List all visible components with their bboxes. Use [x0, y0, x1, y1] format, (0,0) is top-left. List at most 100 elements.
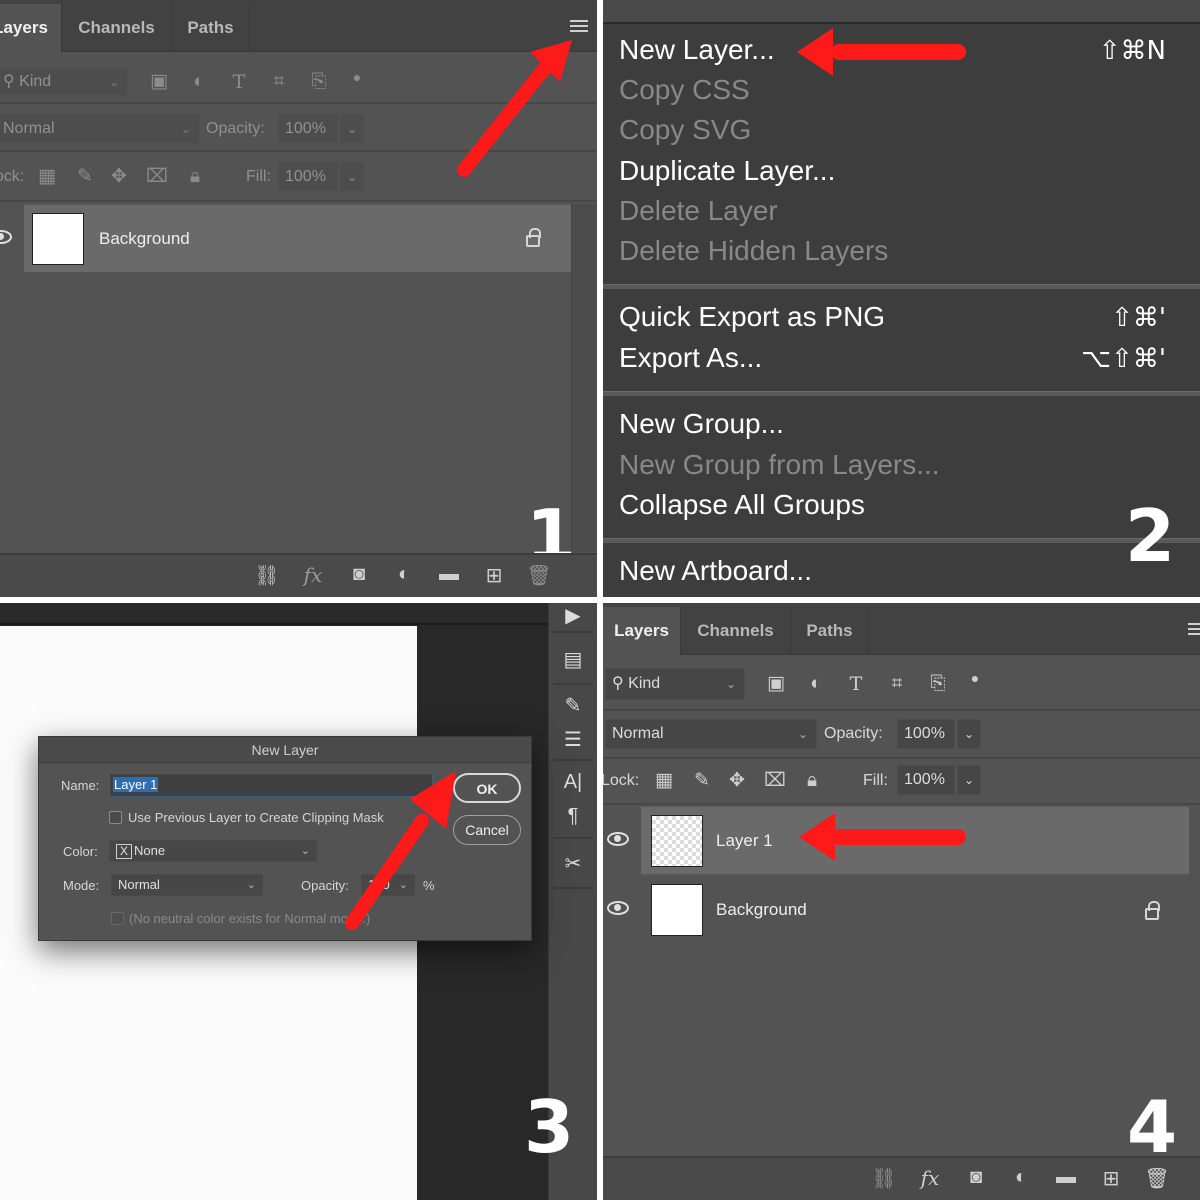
tab-layers[interactable]: Layers [603, 607, 681, 655]
tab-channels[interactable]: Channels [681, 607, 791, 655]
adjustments-icon[interactable]: ☰ [559, 727, 587, 752]
filter-toggle-icon[interactable]: ● [962, 665, 988, 691]
layer-name-input[interactable]: Layer 1 [109, 773, 433, 797]
adjustment-filter-icon[interactable]: ◐ [186, 69, 212, 95]
menu-item-copy-svg[interactable]: Copy SVG [619, 114, 751, 146]
fx-icon[interactable]: fx [917, 1166, 943, 1190]
tab-channels[interactable]: Channels [62, 4, 172, 52]
filter-kind-select[interactable]: ⚲ Kind ⌄ [0, 68, 128, 96]
fill-input[interactable]: 100% [897, 765, 955, 795]
menu-item-new-group-from-layers[interactable]: New Group from Layers... [619, 449, 940, 481]
adjustment-layer-icon[interactable]: ◐ [1008, 1166, 1034, 1189]
visibility-eye-icon[interactable] [0, 230, 12, 244]
fill-dropdown[interactable]: ⌄ [340, 162, 364, 192]
lock-transparent-icon[interactable]: ▦ [651, 768, 677, 794]
new-layer-icon[interactable]: ⊞ [481, 563, 507, 588]
opacity-dropdown[interactable]: ⌄ [340, 114, 364, 144]
menu-item-delete-hidden-layers[interactable]: Delete Hidden Layers [619, 235, 888, 267]
shape-filter-icon[interactable]: ⌗ [884, 671, 910, 697]
delete-icon[interactable]: 🗑︎ [526, 563, 552, 588]
link-layers-icon[interactable]: ⛓ [871, 1166, 897, 1191]
add-mask-icon[interactable]: ◙ [346, 563, 372, 586]
dialog-title: New Layer [39, 737, 531, 763]
new-layer-icon[interactable]: ⊞ [1098, 1166, 1124, 1191]
menu-item-delete-layer[interactable]: Delete Layer [619, 195, 778, 227]
menu-item-new-layer[interactable]: New Layer... [619, 34, 775, 66]
clipping-mask-label: Use Previous Layer to Create Clipping Ma… [128, 810, 384, 825]
lock-transparent-icon[interactable]: ▦ [34, 164, 60, 190]
menu-item-quick-export-png[interactable]: Quick Export as PNG [619, 301, 885, 333]
cancel-button[interactable]: Cancel [453, 815, 521, 845]
neutral-color-checkbox[interactable] [111, 912, 124, 925]
menu-item-collapse-all-groups[interactable]: Collapse All Groups [619, 489, 865, 521]
fill-input[interactable]: 100% [278, 162, 338, 192]
opacity-input[interactable]: 100% [897, 719, 955, 749]
layer-row-layer-1[interactable]: Layer 1 [641, 806, 1189, 874]
new-group-icon[interactable]: ▬ [436, 563, 462, 586]
visibility-eye-icon[interactable] [607, 832, 629, 846]
swatches-icon[interactable]: ▤ [559, 647, 587, 672]
opacity-dropdown[interactable]: ⌄ [957, 719, 981, 749]
clipping-mask-checkbox[interactable] [109, 811, 122, 824]
adjustment-layer-icon[interactable]: ◐ [391, 563, 417, 586]
opacity-input[interactable]: 100 ⌄ [361, 874, 415, 896]
tab-paths[interactable]: Paths [791, 607, 869, 655]
color-select[interactable]: X None ⌄ [109, 840, 317, 862]
blend-mode-select[interactable]: Normal ⌄ [0, 114, 200, 144]
paragraph-icon[interactable]: ¶ [559, 805, 587, 828]
link-layers-icon[interactable]: ⛓ [254, 563, 280, 588]
opacity-input[interactable]: 100% [278, 114, 338, 144]
lock-paint-icon[interactable]: ✎ [72, 164, 98, 190]
delete-icon[interactable]: 🗑︎ [1144, 1166, 1170, 1191]
adjustment-filter-icon[interactable]: ◐ [803, 671, 829, 697]
lock-position-icon[interactable]: ✥ [724, 768, 750, 794]
panel-menu-icon[interactable] [1188, 623, 1200, 637]
menu-item-new-artboard[interactable]: New Artboard... [619, 555, 812, 587]
menu-separator [603, 391, 1200, 396]
menu-item-new-group[interactable]: New Group... [619, 408, 784, 440]
lock-artboard-icon[interactable]: ⌧ [762, 768, 788, 794]
layer-row-background[interactable]: Background [24, 204, 571, 272]
visibility-eye-icon[interactable] [607, 901, 629, 915]
layer-row-background[interactable]: Background [641, 875, 1189, 943]
add-mask-icon[interactable]: ◙ [963, 1166, 989, 1189]
menu-item-duplicate-layer[interactable]: Duplicate Layer... [619, 155, 835, 187]
fx-icon[interactable]: fx [300, 563, 326, 587]
blend-mode-value: Normal [3, 120, 55, 137]
play-icon[interactable]: ▶ [559, 603, 587, 628]
color-label: Color: [63, 844, 98, 859]
lock-paint-icon[interactable]: ✎ [689, 768, 715, 794]
new-group-icon[interactable]: ▬ [1053, 1166, 1079, 1189]
opacity-label: Opacity: [301, 878, 349, 893]
menu-item-copy-css[interactable]: Copy CSS [619, 74, 750, 106]
panel-menu-icon[interactable] [570, 20, 588, 34]
filter-toggle-icon[interactable]: ● [344, 64, 370, 90]
ok-button[interactable]: OK [453, 773, 521, 803]
tab-paths[interactable]: Paths [172, 4, 250, 52]
step-number: 2 [1125, 494, 1176, 578]
character-icon[interactable]: A| [559, 771, 587, 794]
type-filter-icon[interactable]: T [843, 671, 869, 697]
smart-object-filter-icon[interactable]: ⎘ [925, 671, 951, 697]
shape-filter-icon[interactable]: ⌗ [266, 69, 292, 95]
step-number: 4 [1127, 1085, 1178, 1169]
blend-mode-select[interactable]: Normal ⌄ [605, 719, 817, 749]
lock-all-icon[interactable]: 🔒︎ [182, 164, 208, 190]
image-filter-icon[interactable]: ▣ [763, 671, 789, 697]
fill-dropdown[interactable]: ⌄ [957, 765, 981, 795]
lock-artboard-icon[interactable]: ⌧ [144, 164, 170, 190]
tools-icon[interactable]: ✂ [559, 851, 587, 876]
image-filter-icon[interactable]: ▣ [146, 69, 172, 95]
lock-all-icon[interactable]: 🔒︎ [799, 768, 825, 794]
lock-icon [526, 228, 541, 247]
lock-position-icon[interactable]: ✥ [106, 164, 132, 190]
menu-item-export-as[interactable]: Export As... [619, 342, 762, 374]
fill-label: Fill: [246, 168, 271, 185]
filter-kind-select[interactable]: ⚲ Kind ⌄ [605, 668, 745, 700]
brush-settings-icon[interactable]: ✎ [559, 693, 587, 718]
tab-layers[interactable]: Layers [0, 4, 62, 52]
type-filter-icon[interactable]: T [226, 69, 252, 95]
mode-select[interactable]: Normal ⌄ [111, 874, 263, 896]
layer-thumbnail-transparent [651, 815, 703, 867]
smart-object-filter-icon[interactable]: ⎘ [306, 69, 332, 95]
